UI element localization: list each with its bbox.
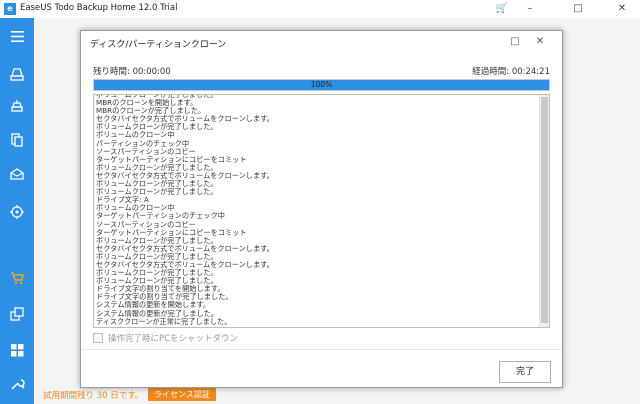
log-line: ターゲットパーティションにコピーをコミット: [96, 228, 247, 237]
app-logo-icon: e: [4, 3, 16, 15]
log-line: ドライブ文字: A: [96, 196, 149, 205]
log-line: ドライブ文字の割り当てが完了しました。: [96, 293, 233, 302]
log-line: セクタバイセクタ方式でボリュームをクローンします。: [96, 115, 274, 124]
finish-button[interactable]: 完了: [499, 361, 551, 383]
log-line: ボリュームクローンが完了しました。: [96, 236, 218, 245]
target-icon[interactable]: [0, 200, 34, 224]
dialog-title: ディスク/パーティションクローン: [90, 40, 227, 50]
log-line: セクタバイセクタ方式でボリュームをクローンします。: [96, 260, 274, 269]
dialog-maximize-button[interactable]: □: [504, 33, 526, 51]
shutdown-label: 操作完了時にPCをシャットダウン: [108, 334, 239, 344]
log-line: ソースパーティションのコピー: [96, 220, 196, 229]
log-scrollbar[interactable]: [539, 95, 549, 327]
menu-icon[interactable]: [0, 24, 34, 48]
mail-icon[interactable]: [0, 162, 34, 186]
log-line: セクタバイセクタ方式でボリュームをクローンします。: [96, 244, 274, 253]
shutdown-checkbox[interactable]: [93, 333, 103, 343]
clone-icon[interactable]: [0, 302, 34, 326]
backup-drive-icon[interactable]: [0, 62, 34, 86]
dialog-separator: [81, 349, 562, 350]
log-line: ディスククローンが正常に完了しました。: [96, 317, 232, 326]
trial-remaining-text: 試用期間残り 30 日です。: [43, 391, 144, 401]
log-line: ドライブ文字の割り当てを開始します。: [96, 285, 225, 294]
log-lines: ボリュームクローンが完了しました。 MBRのクローンを開始します。 MBRのクローン…: [96, 95, 536, 326]
log-line: パーティションのチェック中: [96, 139, 190, 148]
log-line: MBRのクローンが完了しました。: [96, 107, 206, 116]
log-line: ボリュームクローンが完了しました。: [96, 188, 218, 197]
cart-icon[interactable]: 🛒: [492, 0, 512, 18]
progress-percent: 100%: [310, 80, 333, 89]
app-maximize-button[interactable]: □: [568, 0, 588, 18]
log-line: ボリュームクローンが完了しました。: [96, 269, 218, 278]
app-title: EaseUS Todo Backup Home 12.0 Trial: [20, 3, 178, 13]
sidebar: [0, 18, 34, 404]
log-line: ボリュームクローンが完了しました。: [96, 252, 218, 261]
log-line: ターゲットパーティションのチェック中: [96, 212, 225, 221]
apps-icon[interactable]: [0, 338, 34, 362]
elapsed-time: 経過時間: 00:24:21: [472, 67, 550, 77]
log-scroll-thumb[interactable]: [541, 97, 548, 323]
log-line: ボリュームクローンが完了しました。: [96, 163, 218, 172]
trial-bar: 試用期間残り 30 日です。 ライセンス認証: [34, 386, 640, 404]
files-icon[interactable]: [0, 128, 34, 152]
license-activation-button[interactable]: ライセンス認証: [148, 388, 216, 401]
app-minimize-button[interactable]: –: [520, 0, 540, 18]
log-line: ソースパーティションのコピー: [96, 147, 196, 156]
remaining-time: 残り時間: 00:00:00: [93, 67, 171, 77]
log-line: ターゲットパーティションにコピーをコミット: [96, 155, 247, 164]
sidebar-cart-icon[interactable]: [0, 266, 34, 290]
log-line: ボリュームクローンが完了しました。: [96, 123, 218, 132]
progress-bar: 100%: [93, 79, 550, 91]
log-line: ボリュームクローンが完了しました。: [96, 277, 218, 286]
dialog-close-button[interactable]: ✕: [529, 33, 551, 51]
log-line: セクタバイセクタ方式でボリュームをクローンします。: [96, 171, 274, 180]
log-line: システム情報の更新が完了しました。: [96, 309, 218, 318]
app-titlebar: e EaseUS Todo Backup Home 12.0 Trial 🛒 –…: [0, 0, 640, 19]
log-line: システム情報の更新を開始します。: [96, 301, 211, 310]
shutdown-option: 操作完了時にPCをシャットダウン: [93, 332, 238, 344]
tools-icon[interactable]: [0, 372, 34, 396]
log-line: ボリュームのクローン中: [96, 204, 175, 213]
log-line: MBRのクローンを開始します。: [96, 99, 198, 108]
log-line: ボリュームクローンが完了しました。: [96, 180, 218, 189]
log-box[interactable]: ボリュームクローンが完了しました。 MBRのクローンを開始します。 MBRのクローン…: [93, 94, 550, 328]
clone-dialog: ディスク/パーティションクローン □ ✕ 残り時間: 00:00:00 経過時間…: [80, 30, 563, 388]
app-close-button[interactable]: ✕: [612, 0, 632, 18]
disk-backup-icon[interactable]: [0, 94, 34, 118]
log-line: ボリュームのクローン中: [96, 131, 175, 140]
